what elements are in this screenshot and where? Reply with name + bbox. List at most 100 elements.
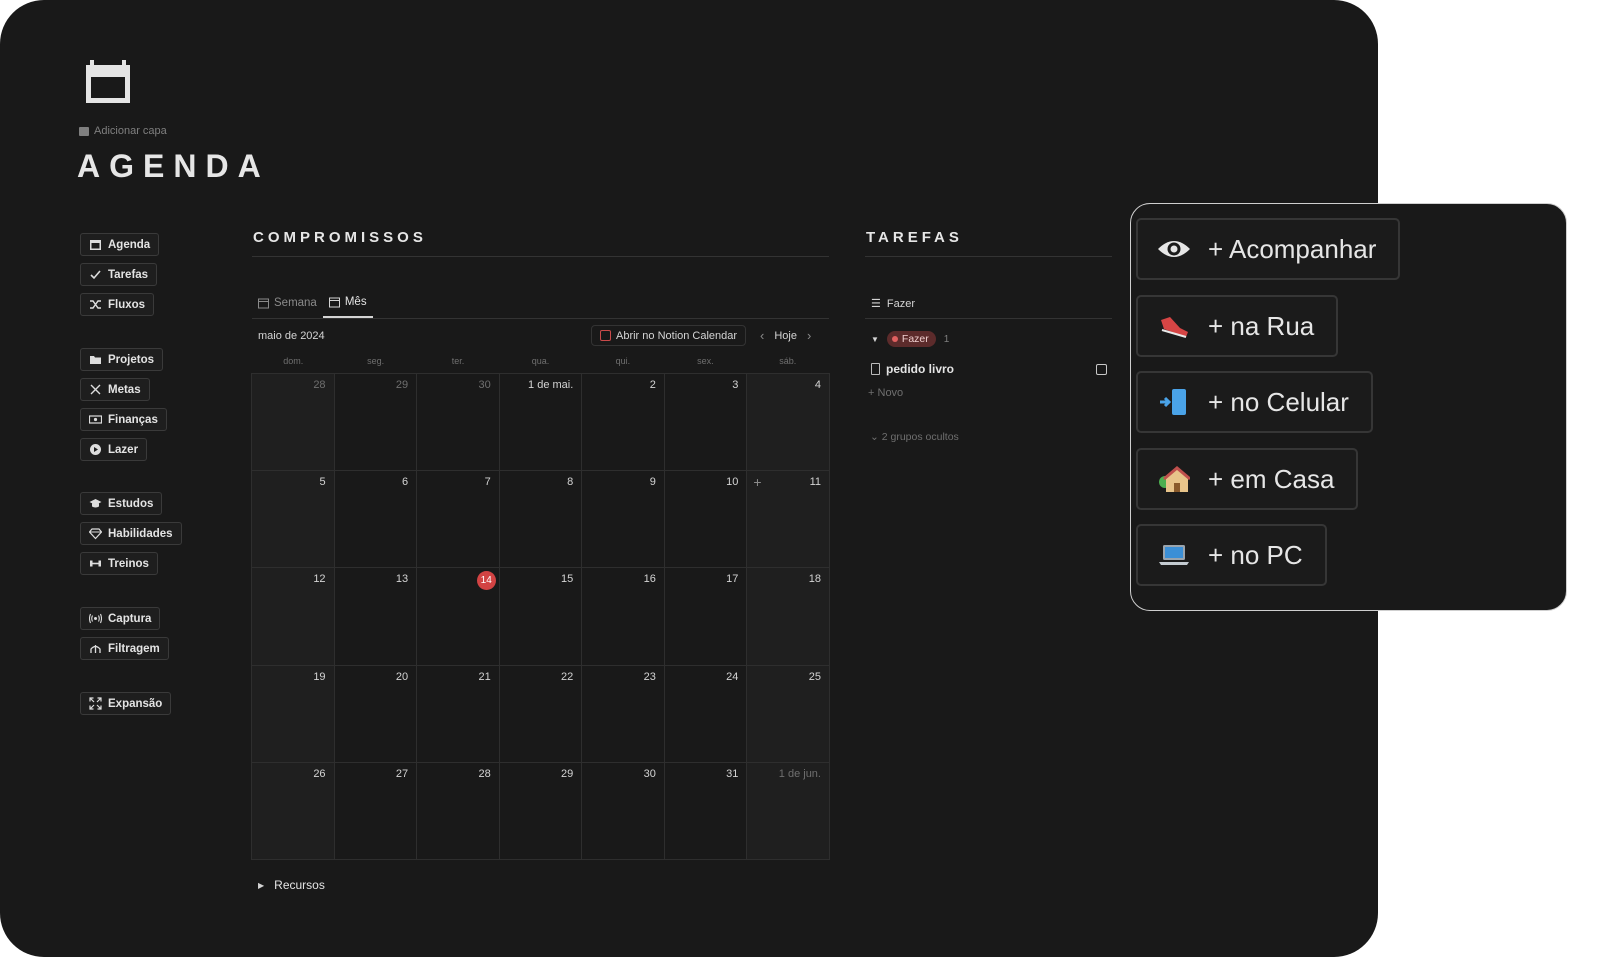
calendar-day-cell[interactable]: 31	[664, 762, 748, 860]
play-icon	[90, 444, 101, 455]
calendar-icon[interactable]	[84, 58, 132, 106]
calendar-day-cell[interactable]: 14	[417, 568, 500, 666]
day-number: 30	[478, 379, 491, 391]
checkbox[interactable]	[1096, 363, 1107, 375]
button-label: + em Casa	[1208, 463, 1335, 494]
calendar-day-cell[interactable]: 21	[417, 665, 500, 763]
no-celular-button[interactable]: + no Celular	[1136, 371, 1373, 433]
calendar-day-cell[interactable]: 4	[747, 374, 830, 472]
tab-semana[interactable]: Semana	[252, 292, 323, 318]
list-item[interactable]: pedido livro	[871, 362, 1107, 376]
calendar-day-cell[interactable]: 3	[664, 374, 748, 472]
divider	[252, 318, 829, 319]
calendar-day-cell[interactable]: 18	[747, 568, 830, 666]
calendar-day-cell[interactable]: 9	[582, 471, 665, 569]
calendar-icon	[328, 297, 340, 307]
check-icon	[90, 270, 101, 280]
calendar-day-cell[interactable]: 23	[582, 665, 665, 763]
calendar-day-cell[interactable]: 29	[499, 762, 583, 860]
sidebar-item-label: Habilidades	[108, 527, 173, 540]
calendar-day-cell[interactable]: 13	[334, 568, 418, 666]
sidebar-item-estudos[interactable]: Estudos	[80, 492, 163, 515]
weekday-label: ter.	[451, 356, 465, 366]
page-icon	[871, 363, 880, 375]
open-notion-calendar-button[interactable]: Abrir no Notion Calendar	[591, 325, 747, 346]
new-item-label: Novo	[877, 387, 904, 399]
plus-icon[interactable]: +	[753, 474, 761, 490]
new-item-button[interactable]: + Novo	[868, 387, 903, 399]
calendar-icon	[90, 240, 101, 250]
triangle-right-icon: ▶	[258, 880, 265, 890]
sidebar-item-fluxos[interactable]: Fluxos	[80, 293, 155, 316]
group-count: 1	[943, 333, 950, 345]
calendar-day-cell[interactable]: 28	[417, 762, 500, 860]
group-header[interactable]: ▼ Fazer 1	[871, 331, 949, 347]
target-icon	[90, 384, 101, 395]
na-rua-button[interactable]: + na Rua	[1136, 295, 1339, 357]
triangle-down-icon: ▼	[871, 334, 879, 344]
sidebar-item-label: Lazer	[108, 443, 139, 456]
sidebar-item-projetos[interactable]: Projetos	[80, 348, 164, 371]
chevron-left-icon[interactable]: ‹	[760, 328, 764, 343]
calendar-day-cell[interactable]: 10	[664, 471, 748, 569]
calendar-day-cell[interactable]: 30	[582, 762, 665, 860]
today-button[interactable]: Hoje	[774, 330, 797, 342]
calendar-day-cell[interactable]: 25	[747, 665, 830, 763]
tab-mes[interactable]: Mês	[322, 292, 373, 318]
recursos-label: Recursos	[274, 878, 325, 892]
chevron-right-icon[interactable]: ›	[807, 328, 811, 343]
sidebar-item-filtragem[interactable]: Filtragem	[80, 637, 169, 660]
recursos-toggle[interactable]: ▶ Recursos	[258, 878, 325, 892]
weekday-label: dom.	[283, 356, 304, 366]
calendar-day-cell[interactable]: 27	[334, 762, 418, 860]
sidebar-item-label: Expansão	[108, 697, 163, 710]
sidebar-item-financas[interactable]: Finanças	[80, 408, 167, 431]
calendar-day-cell[interactable]: 2	[582, 374, 665, 472]
sidebar-item-metas[interactable]: Metas	[80, 378, 150, 401]
calendar-day-cell[interactable]: 6	[334, 471, 418, 569]
calendar-day-cell[interactable]: 12	[252, 568, 335, 666]
tab-label: Mês	[344, 296, 367, 308]
sidebar-item-habilidades[interactable]: Habilidades	[80, 522, 182, 545]
calendar-day-cell[interactable]: 17	[664, 568, 748, 666]
add-cover-button[interactable]: Adicionar capa	[79, 125, 167, 137]
calendar-day-cell[interactable]: 16	[582, 568, 665, 666]
calendar-day-cell[interactable]: 8	[499, 471, 583, 569]
quick-add-popover: + Acompanhar + na Rua + no Celular + em …	[1130, 203, 1567, 611]
folder-icon	[90, 356, 101, 364]
calendar-day-cell[interactable]: 15	[499, 568, 583, 666]
day-number: 22	[561, 670, 574, 683]
view-tabs: Semana Mês	[252, 292, 373, 318]
plus-icon: +	[868, 387, 875, 399]
sidebar-item-captura[interactable]: Captura	[80, 607, 161, 630]
day-number: 31	[726, 767, 739, 780]
acompanhar-button[interactable]: + Acompanhar	[1136, 218, 1401, 280]
calendar-day-cell[interactable]: 24	[664, 665, 748, 763]
calendar-day-cell[interactable]: 5	[252, 471, 335, 569]
hidden-groups-toggle[interactable]: ⌄ 2 grupos ocultos	[870, 431, 959, 443]
sidebar-item-agenda[interactable]: Agenda	[80, 233, 160, 256]
calendar-day-cell[interactable]: 26	[252, 762, 335, 860]
sidebar-item-lazer[interactable]: Lazer	[80, 438, 148, 461]
calendar-day-cell[interactable]: 30	[417, 374, 500, 472]
calendar-day-cell[interactable]: 7	[417, 471, 500, 569]
calendar-day-cell[interactable]: 20	[334, 665, 418, 763]
image-icon	[79, 126, 89, 136]
sidebar-item-treinos[interactable]: Treinos	[80, 552, 158, 575]
calendar-day-cell[interactable]: 28	[252, 374, 335, 472]
no-pc-button[interactable]: + no PC	[1136, 524, 1327, 586]
calendar-day-cell[interactable]: 1 de jun.	[747, 762, 830, 860]
day-number: 2	[649, 379, 656, 391]
tab-fazer[interactable]: ☰ Fazer	[871, 297, 915, 311]
calendar-day-cell[interactable]: 1 de mai.	[499, 374, 583, 472]
calendar-day-cell[interactable]: +11	[747, 471, 830, 569]
page-title[interactable]: AGENDA	[77, 148, 270, 185]
calendar-day-cell[interactable]: 19	[252, 665, 335, 763]
sidebar-item-expansao[interactable]: Expansão	[80, 692, 172, 715]
calendar-day-cell[interactable]: 29	[334, 374, 418, 472]
sidebar-item-tarefas[interactable]: Tarefas	[80, 263, 158, 286]
em-casa-button[interactable]: + em Casa	[1136, 448, 1359, 510]
open-notion-label: Abrir no Notion Calendar	[616, 329, 738, 342]
day-number: 29	[561, 767, 574, 780]
calendar-day-cell[interactable]: 22	[499, 665, 583, 763]
